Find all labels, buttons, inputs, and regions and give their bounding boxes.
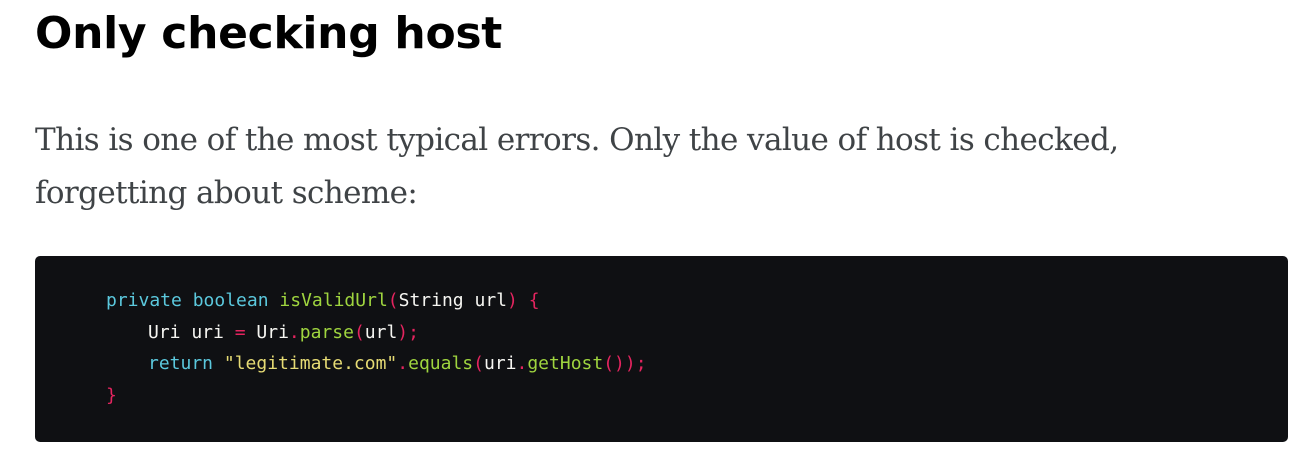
code-method-gethost: getHost <box>527 353 604 374</box>
code-line-1: private boolean isValidUrl(String url) { <box>106 285 1288 317</box>
code-block: private boolean isValidUrl(String url) {… <box>35 256 1288 442</box>
code-close-brace: } <box>106 384 117 406</box>
code-keyword-boolean: boolean <box>192 290 269 311</box>
code-class: Uri <box>256 321 289 343</box>
code-line-4: } <box>106 380 1288 412</box>
code-dot: . <box>516 353 528 374</box>
code-function-name: isValidUrl <box>279 290 388 311</box>
code-line-2: Uri uri = Uri.parse(url); <box>106 317 1288 349</box>
code-close-semicolon: ); <box>397 321 419 343</box>
code-dot: . <box>288 321 300 343</box>
code-declaration: Uri uri <box>148 321 224 343</box>
code-arg: url <box>364 321 398 343</box>
code-open-brace: { <box>528 290 540 311</box>
code-close-paren: ) <box>507 290 518 311</box>
code-equals: = <box>234 321 246 343</box>
code-params: String url <box>398 290 507 311</box>
code-object: uri <box>483 353 517 374</box>
code-method-equals: equals <box>408 353 474 374</box>
code-keyword-return: return <box>148 353 214 374</box>
code-close-semicolon: ()); <box>603 353 647 374</box>
code-string: "legitimate.com" <box>223 353 398 374</box>
code-method-parse: parse <box>299 321 354 343</box>
article-paragraph: This is one of the most typical errors. … <box>35 122 1119 211</box>
code-open-paren: ( <box>387 290 399 311</box>
code-dot: . <box>397 353 409 374</box>
code-open-paren: ( <box>353 321 365 343</box>
code-open-paren: ( <box>473 353 484 374</box>
code-keyword-private: private <box>106 290 182 311</box>
article-page: Only checking host This is one of the mo… <box>0 0 1292 467</box>
code-line-3: return "legitimate.com".equals(uri.getHo… <box>106 348 1288 380</box>
section-heading: Only checking host <box>35 8 502 59</box>
